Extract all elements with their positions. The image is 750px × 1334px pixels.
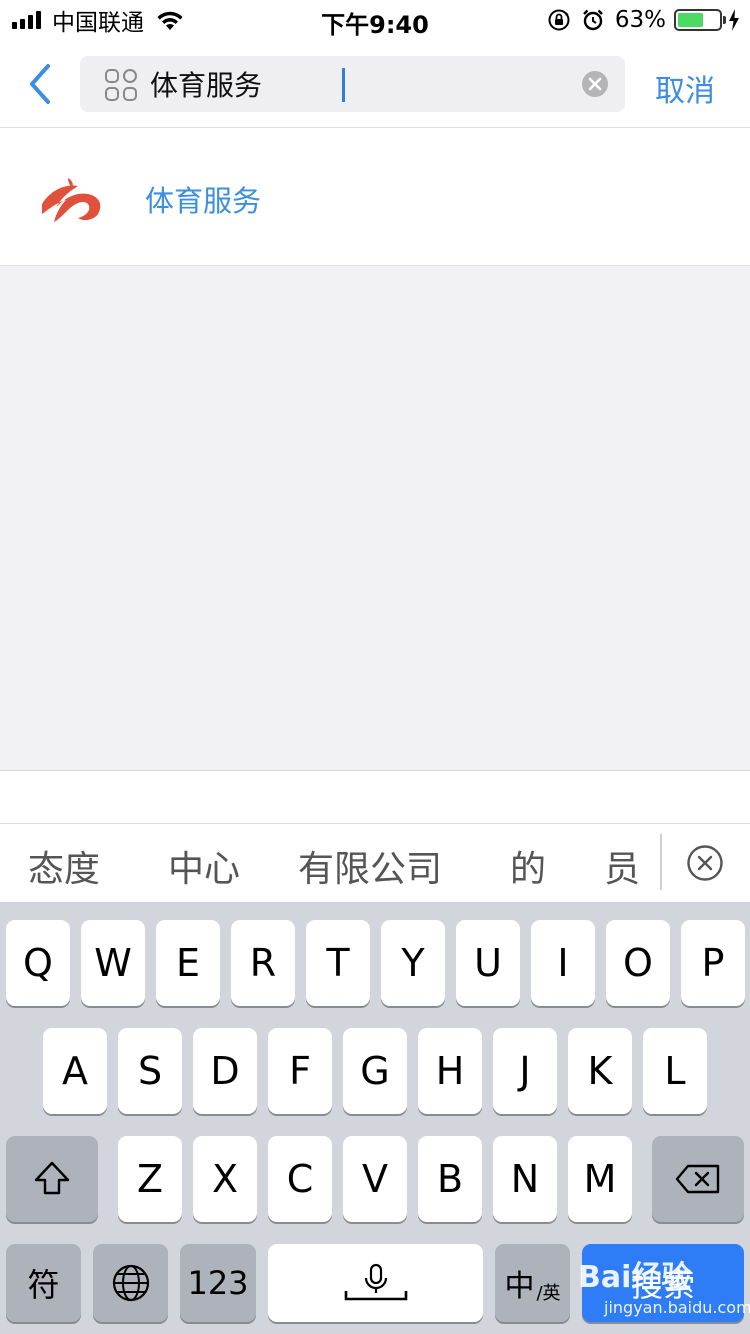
results-empty-area: [0, 266, 750, 771]
key-q[interactable]: Q: [6, 920, 70, 1006]
key-v[interactable]: V: [343, 1136, 407, 1222]
language-main-label: 中: [504, 1269, 535, 1304]
battery-icon: [674, 9, 726, 31]
back-chevron-icon[interactable]: [26, 62, 56, 106]
key-g[interactable]: G: [343, 1028, 407, 1114]
search-header: 取消: [0, 40, 750, 128]
search-result-item[interactable]: 体育服务: [0, 128, 750, 266]
language-sub-label: /英: [536, 1283, 561, 1304]
key-n[interactable]: N: [493, 1136, 557, 1222]
language-switch-key[interactable]: 中/英: [495, 1244, 570, 1322]
key-x[interactable]: X: [193, 1136, 257, 1222]
key-z[interactable]: Z: [118, 1136, 182, 1222]
result-label: 体育服务: [145, 184, 262, 218]
globe-key[interactable]: [93, 1244, 168, 1322]
space-key[interactable]: [268, 1244, 483, 1322]
globe-icon: [112, 1264, 149, 1302]
clear-circle-icon[interactable]: [581, 70, 609, 98]
numbers-key[interactable]: 123: [180, 1244, 256, 1322]
key-a[interactable]: A: [43, 1028, 107, 1114]
cancel-button[interactable]: 取消: [655, 66, 715, 110]
sports-service-logo-icon: [42, 178, 101, 222]
key-j[interactable]: J: [493, 1028, 557, 1114]
shift-arrow-icon: [34, 1161, 70, 1195]
key-k[interactable]: K: [568, 1028, 632, 1114]
charging-icon: [729, 9, 739, 31]
key-d[interactable]: D: [193, 1028, 257, 1114]
search-bar[interactable]: [80, 56, 625, 112]
keyboard-accessory-strip: [0, 771, 750, 824]
key-m[interactable]: M: [568, 1136, 632, 1222]
key-t[interactable]: T: [306, 920, 370, 1006]
candidate-word[interactable]: 态度: [28, 840, 100, 892]
candidate-word[interactable]: 中心: [168, 840, 240, 892]
candidate-divider: [660, 834, 662, 890]
watermark-logo: Bai经验: [578, 1260, 692, 1295]
grid-apps-icon: [105, 69, 137, 101]
status-bar: 中国联通 下午9:40 63%: [0, 0, 750, 40]
candidate-word[interactable]: 的: [510, 840, 546, 892]
shift-key[interactable]: [6, 1136, 98, 1222]
microphone-icon: [344, 1263, 407, 1301]
text-caret: [342, 68, 345, 102]
search-input[interactable]: [150, 62, 570, 106]
alarm-icon: [583, 9, 603, 31]
key-r[interactable]: R: [231, 920, 295, 1006]
key-p[interactable]: P: [681, 920, 745, 1006]
watermark-url: jingyan.baidu.com: [604, 1298, 750, 1317]
rotation-lock-icon: [548, 9, 570, 31]
candidate-word[interactable]: 有限公司: [298, 840, 442, 892]
candidate-word[interactable]: 员: [604, 840, 640, 892]
key-i[interactable]: I: [531, 920, 595, 1006]
key-l[interactable]: L: [643, 1028, 707, 1114]
delete-key[interactable]: [652, 1136, 744, 1222]
battery-percent: 63%: [614, 7, 666, 33]
key-w[interactable]: W: [81, 920, 145, 1006]
dismiss-candidates-icon[interactable]: [686, 844, 724, 882]
key-e[interactable]: E: [156, 920, 220, 1006]
ime-candidate-bar: 态度 中心 有限公司 的 员: [0, 824, 750, 902]
symbol-key[interactable]: 符: [6, 1244, 81, 1322]
key-s[interactable]: S: [118, 1028, 182, 1114]
key-b[interactable]: B: [418, 1136, 482, 1222]
key-c[interactable]: C: [268, 1136, 332, 1222]
key-u[interactable]: U: [456, 920, 520, 1006]
backspace-icon: [675, 1164, 720, 1194]
key-y[interactable]: Y: [381, 920, 445, 1006]
key-f[interactable]: F: [268, 1028, 332, 1114]
key-h[interactable]: H: [418, 1028, 482, 1114]
key-o[interactable]: O: [606, 920, 670, 1006]
